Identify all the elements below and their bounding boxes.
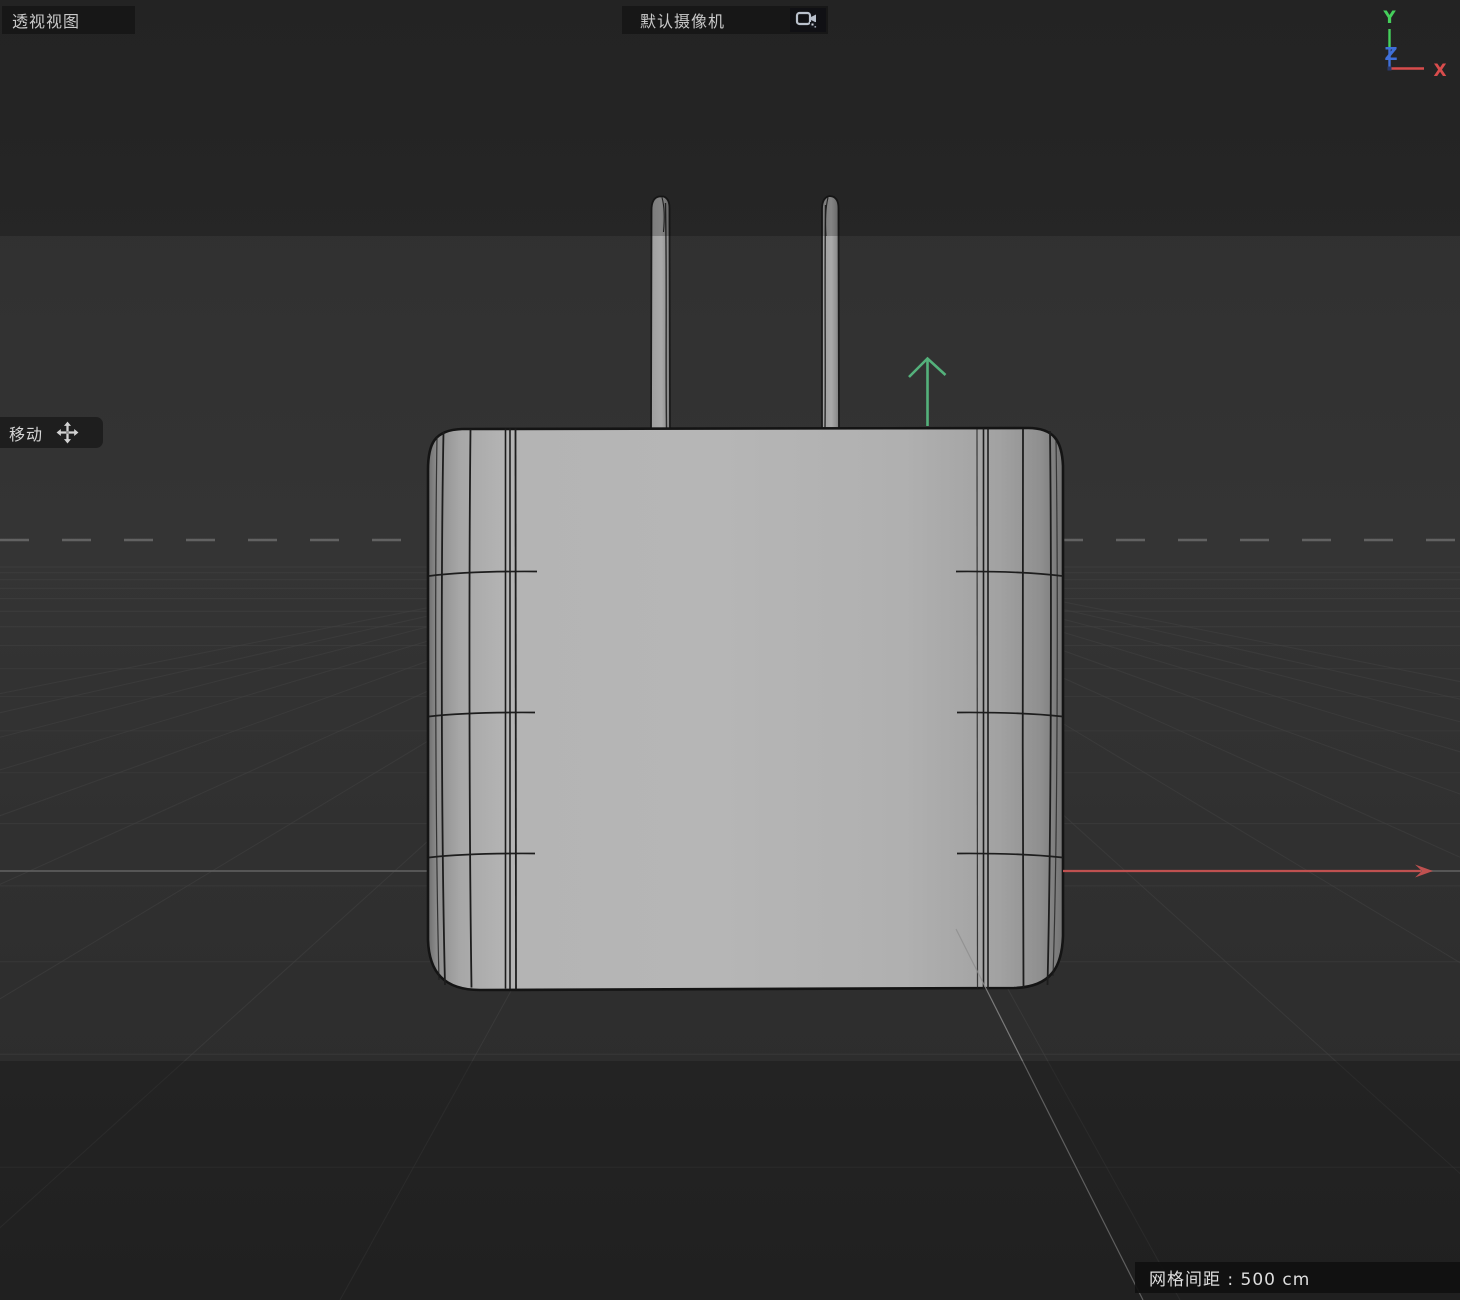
active-tool-indicator[interactable]: 移动 (0, 417, 103, 448)
view-mode-label[interactable]: 透视视图 (2, 6, 135, 34)
camera-icon (794, 9, 822, 31)
grid-spacing-status: 网格间距 : 500 cm (1135, 1262, 1460, 1293)
move-arrows-icon (55, 420, 80, 445)
camera-name-text: 默认摄像机 (622, 8, 725, 32)
axis-orientation-gizmo: Y Z X (1368, 2, 1460, 88)
gizmo-x-label: X (1433, 61, 1446, 81)
charger-body[interactable] (428, 428, 1063, 990)
grid-spacing-text: 网格间距 : 500 cm (1149, 1265, 1310, 1290)
active-tool-text: 移动 (0, 421, 43, 445)
viewport[interactable]: 透视视图 默认摄像机 移动 网格间距 : 500 cm (0, 0, 1460, 1300)
camera-icon-button[interactable] (790, 8, 826, 32)
camera-selector[interactable]: 默认摄像机 (622, 6, 828, 34)
gizmo-y-label: Y (1382, 8, 1396, 28)
view-mode-text: 透视视图 (12, 8, 80, 32)
letterbox-top (0, 0, 1460, 236)
viewport-canvas[interactable] (0, 0, 1460, 1300)
gizmo-z-label: Z (1384, 44, 1397, 65)
